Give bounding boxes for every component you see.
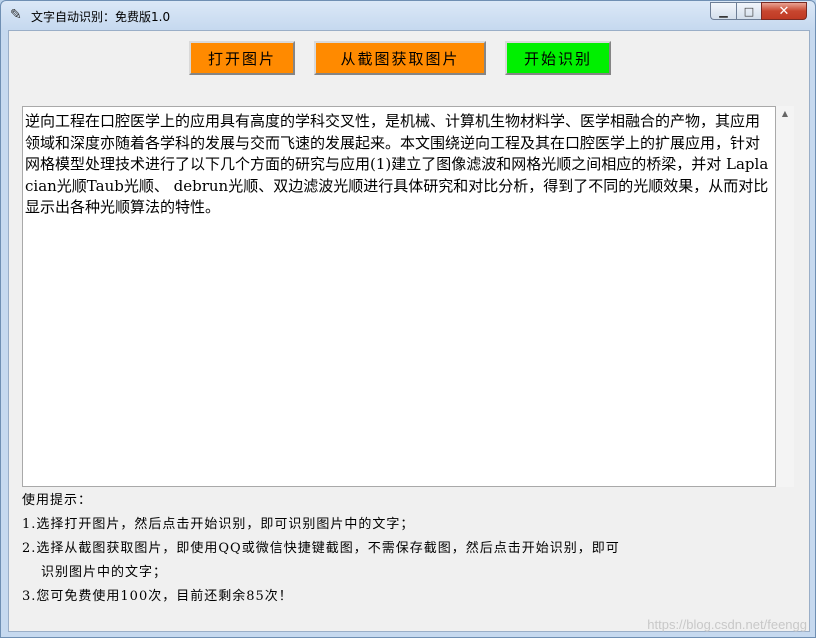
- maximize-icon: □: [743, 4, 755, 18]
- screenshot-image-button[interactable]: 从截图获取图片: [314, 41, 486, 75]
- window-title: 文字自动识别：免费版1.0: [31, 10, 171, 24]
- app-window: ✎ 文字自动识别：免费版1.0 ▁ □ ✕ 打开图片 从截图获取图片 开始识别 …: [0, 0, 816, 638]
- close-button[interactable]: ✕: [761, 2, 807, 20]
- vertical-scrollbar[interactable]: ▲: [776, 106, 794, 487]
- title-bar[interactable]: ✎ 文字自动识别：免费版1.0 ▁ □ ✕: [1, 1, 815, 31]
- tip-line-2: 2.选择从截图获取图片，即使用QQ或微信快捷键截图，不需保存截图，然后点击开始识…: [22, 541, 620, 556]
- recognized-text: 逆向工程在口腔医学上的应用具有高度的学科交叉性，是机械、计算机生物材料学、医学相…: [25, 112, 769, 216]
- watermark-text: https://blog.csdn.net/feengg: [647, 617, 807, 632]
- scroll-up-arrow-icon[interactable]: ▲: [776, 108, 794, 120]
- result-textarea[interactable]: 逆向工程在口腔医学上的应用具有高度的学科交叉性，是机械、计算机生物材料学、医学相…: [22, 106, 776, 487]
- minimize-icon: ▁: [719, 4, 728, 18]
- tips-heading: 使用提示：: [22, 493, 93, 508]
- close-icon: ✕: [778, 3, 790, 19]
- usage-tips: 使用提示： 1.选择打开图片，然后点击开始识别，即可识别图片中的文字； 2.选择…: [22, 489, 792, 609]
- feather-icon: ✎: [10, 7, 22, 23]
- maximize-button[interactable]: □: [736, 2, 761, 20]
- minimize-button[interactable]: ▁: [710, 2, 736, 20]
- tip-line-2-continued: 识别图片中的文字；: [41, 565, 168, 580]
- start-recognition-button[interactable]: 开始识别: [505, 41, 611, 75]
- tip-line-1: 1.选择打开图片，然后点击开始识别，即可识别图片中的文字；: [22, 517, 415, 532]
- tip-line-3: 3.您可免费使用100次，目前还剩余85次！: [22, 589, 293, 604]
- window-controls: ▁ □ ✕: [710, 2, 807, 21]
- open-image-button[interactable]: 打开图片: [189, 41, 295, 75]
- client-area: 打开图片 从截图获取图片 开始识别 逆向工程在口腔医学上的应用具有高度的学科交叉…: [8, 30, 810, 632]
